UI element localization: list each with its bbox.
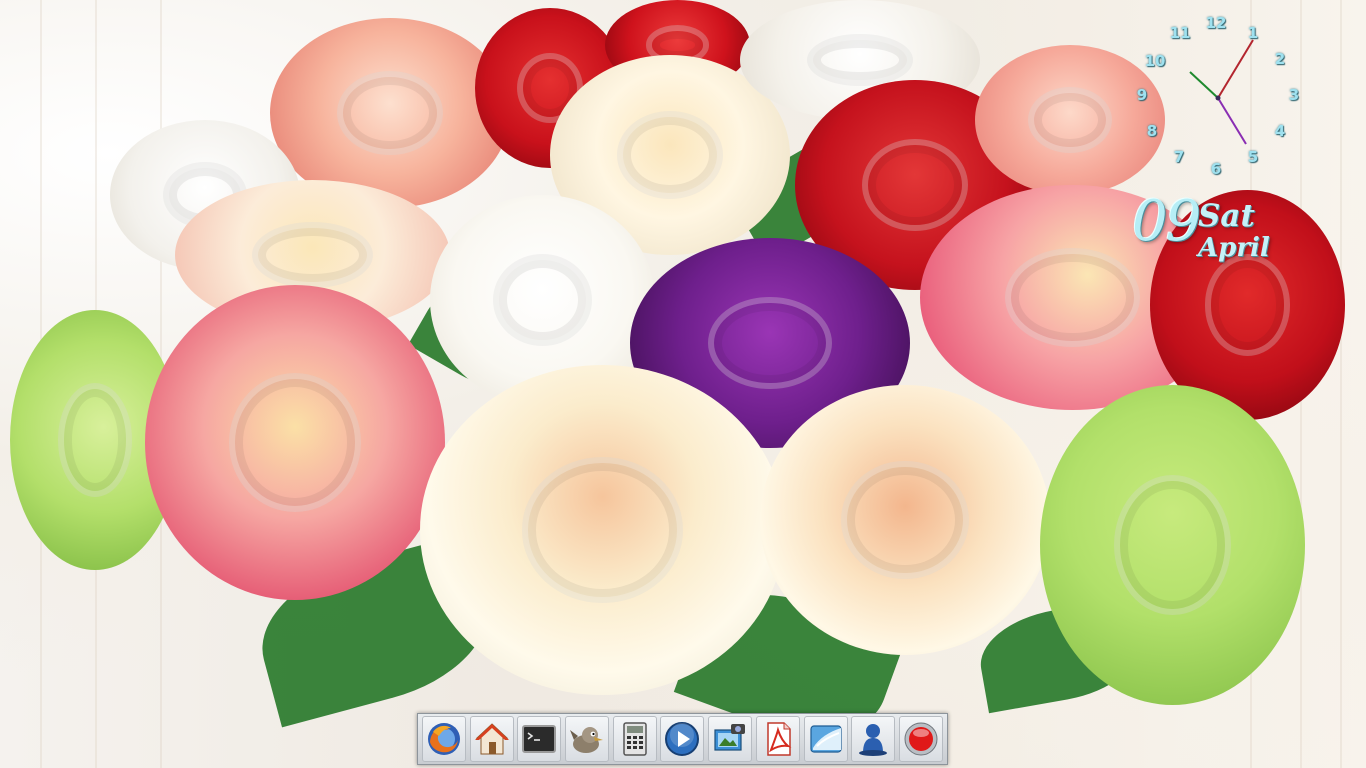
clock-hour-hand xyxy=(1189,71,1219,99)
dock-item-gimp[interactable] xyxy=(565,716,610,762)
dock-item-file-manager[interactable] xyxy=(803,716,848,762)
dock-taskbar xyxy=(417,713,948,765)
date-day-number: 09 xyxy=(1132,189,1201,254)
power-record-icon xyxy=(904,722,938,756)
gimp-icon xyxy=(570,727,604,753)
dock-item-user-accounts[interactable] xyxy=(851,716,896,762)
analog-clock-widget: 12 1 2 3 4 5 6 7 8 9 10 11 xyxy=(1136,12,1302,178)
calculator-icon xyxy=(622,722,647,756)
dock-item-media-player[interactable] xyxy=(660,716,705,762)
dock-item-home[interactable] xyxy=(469,716,514,762)
media-player-icon xyxy=(665,722,700,756)
home-folder-icon xyxy=(474,723,509,755)
dock-item-firefox[interactable] xyxy=(421,716,466,762)
firefox-icon xyxy=(427,723,460,755)
dock-item-power[interactable] xyxy=(899,716,944,762)
file-manager-icon xyxy=(810,725,842,753)
clock-hands xyxy=(1189,39,1254,145)
user-accounts-icon xyxy=(859,724,888,756)
clock-minute-hand xyxy=(1217,39,1254,99)
date-month: April xyxy=(1198,233,1270,263)
clock-center-pin xyxy=(1215,95,1221,101)
clock-second-hand xyxy=(1217,97,1247,145)
pdf-viewer-icon xyxy=(767,722,792,756)
dock-item-calculator[interactable] xyxy=(612,716,657,762)
screenshot-icon xyxy=(714,724,746,751)
date-widget: 09 Sat April xyxy=(1132,194,1302,284)
dock-item-screenshot[interactable] xyxy=(708,716,753,762)
terminal-icon xyxy=(522,725,557,753)
dock-item-terminal[interactable] xyxy=(517,716,562,762)
date-weekday: Sat xyxy=(1198,198,1255,234)
dock-item-pdf-viewer[interactable] xyxy=(755,716,800,762)
